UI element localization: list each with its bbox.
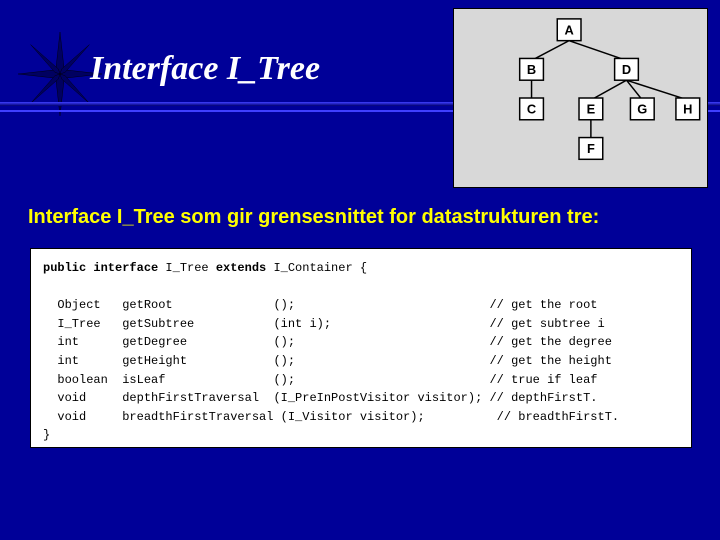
svg-text:F: F — [587, 141, 595, 156]
tree-node-f: F — [579, 138, 603, 160]
tree-node-e: E — [579, 98, 603, 120]
tree-node-c: C — [520, 98, 544, 120]
tree-node-a: A — [557, 19, 581, 41]
svg-text:E: E — [587, 101, 596, 116]
svg-text:B: B — [527, 62, 536, 77]
svg-text:D: D — [622, 62, 631, 77]
tree-node-h: H — [676, 98, 700, 120]
tree-node-g: G — [630, 98, 654, 120]
tree-node-b: B — [520, 58, 544, 80]
svg-text:H: H — [683, 101, 692, 116]
slide-subtitle: Interface I_Tree som gir grensesnittet f… — [28, 206, 599, 229]
slide-title: Interface I_Tree — [90, 50, 320, 88]
svg-text:A: A — [564, 22, 573, 37]
svg-text:C: C — [527, 101, 536, 116]
code-listing: public interface I_Tree extends I_Contai… — [30, 248, 692, 448]
svg-text:G: G — [637, 101, 647, 116]
tree-diagram: A B D C E G H F — [453, 8, 708, 188]
tree-node-d: D — [615, 58, 639, 80]
